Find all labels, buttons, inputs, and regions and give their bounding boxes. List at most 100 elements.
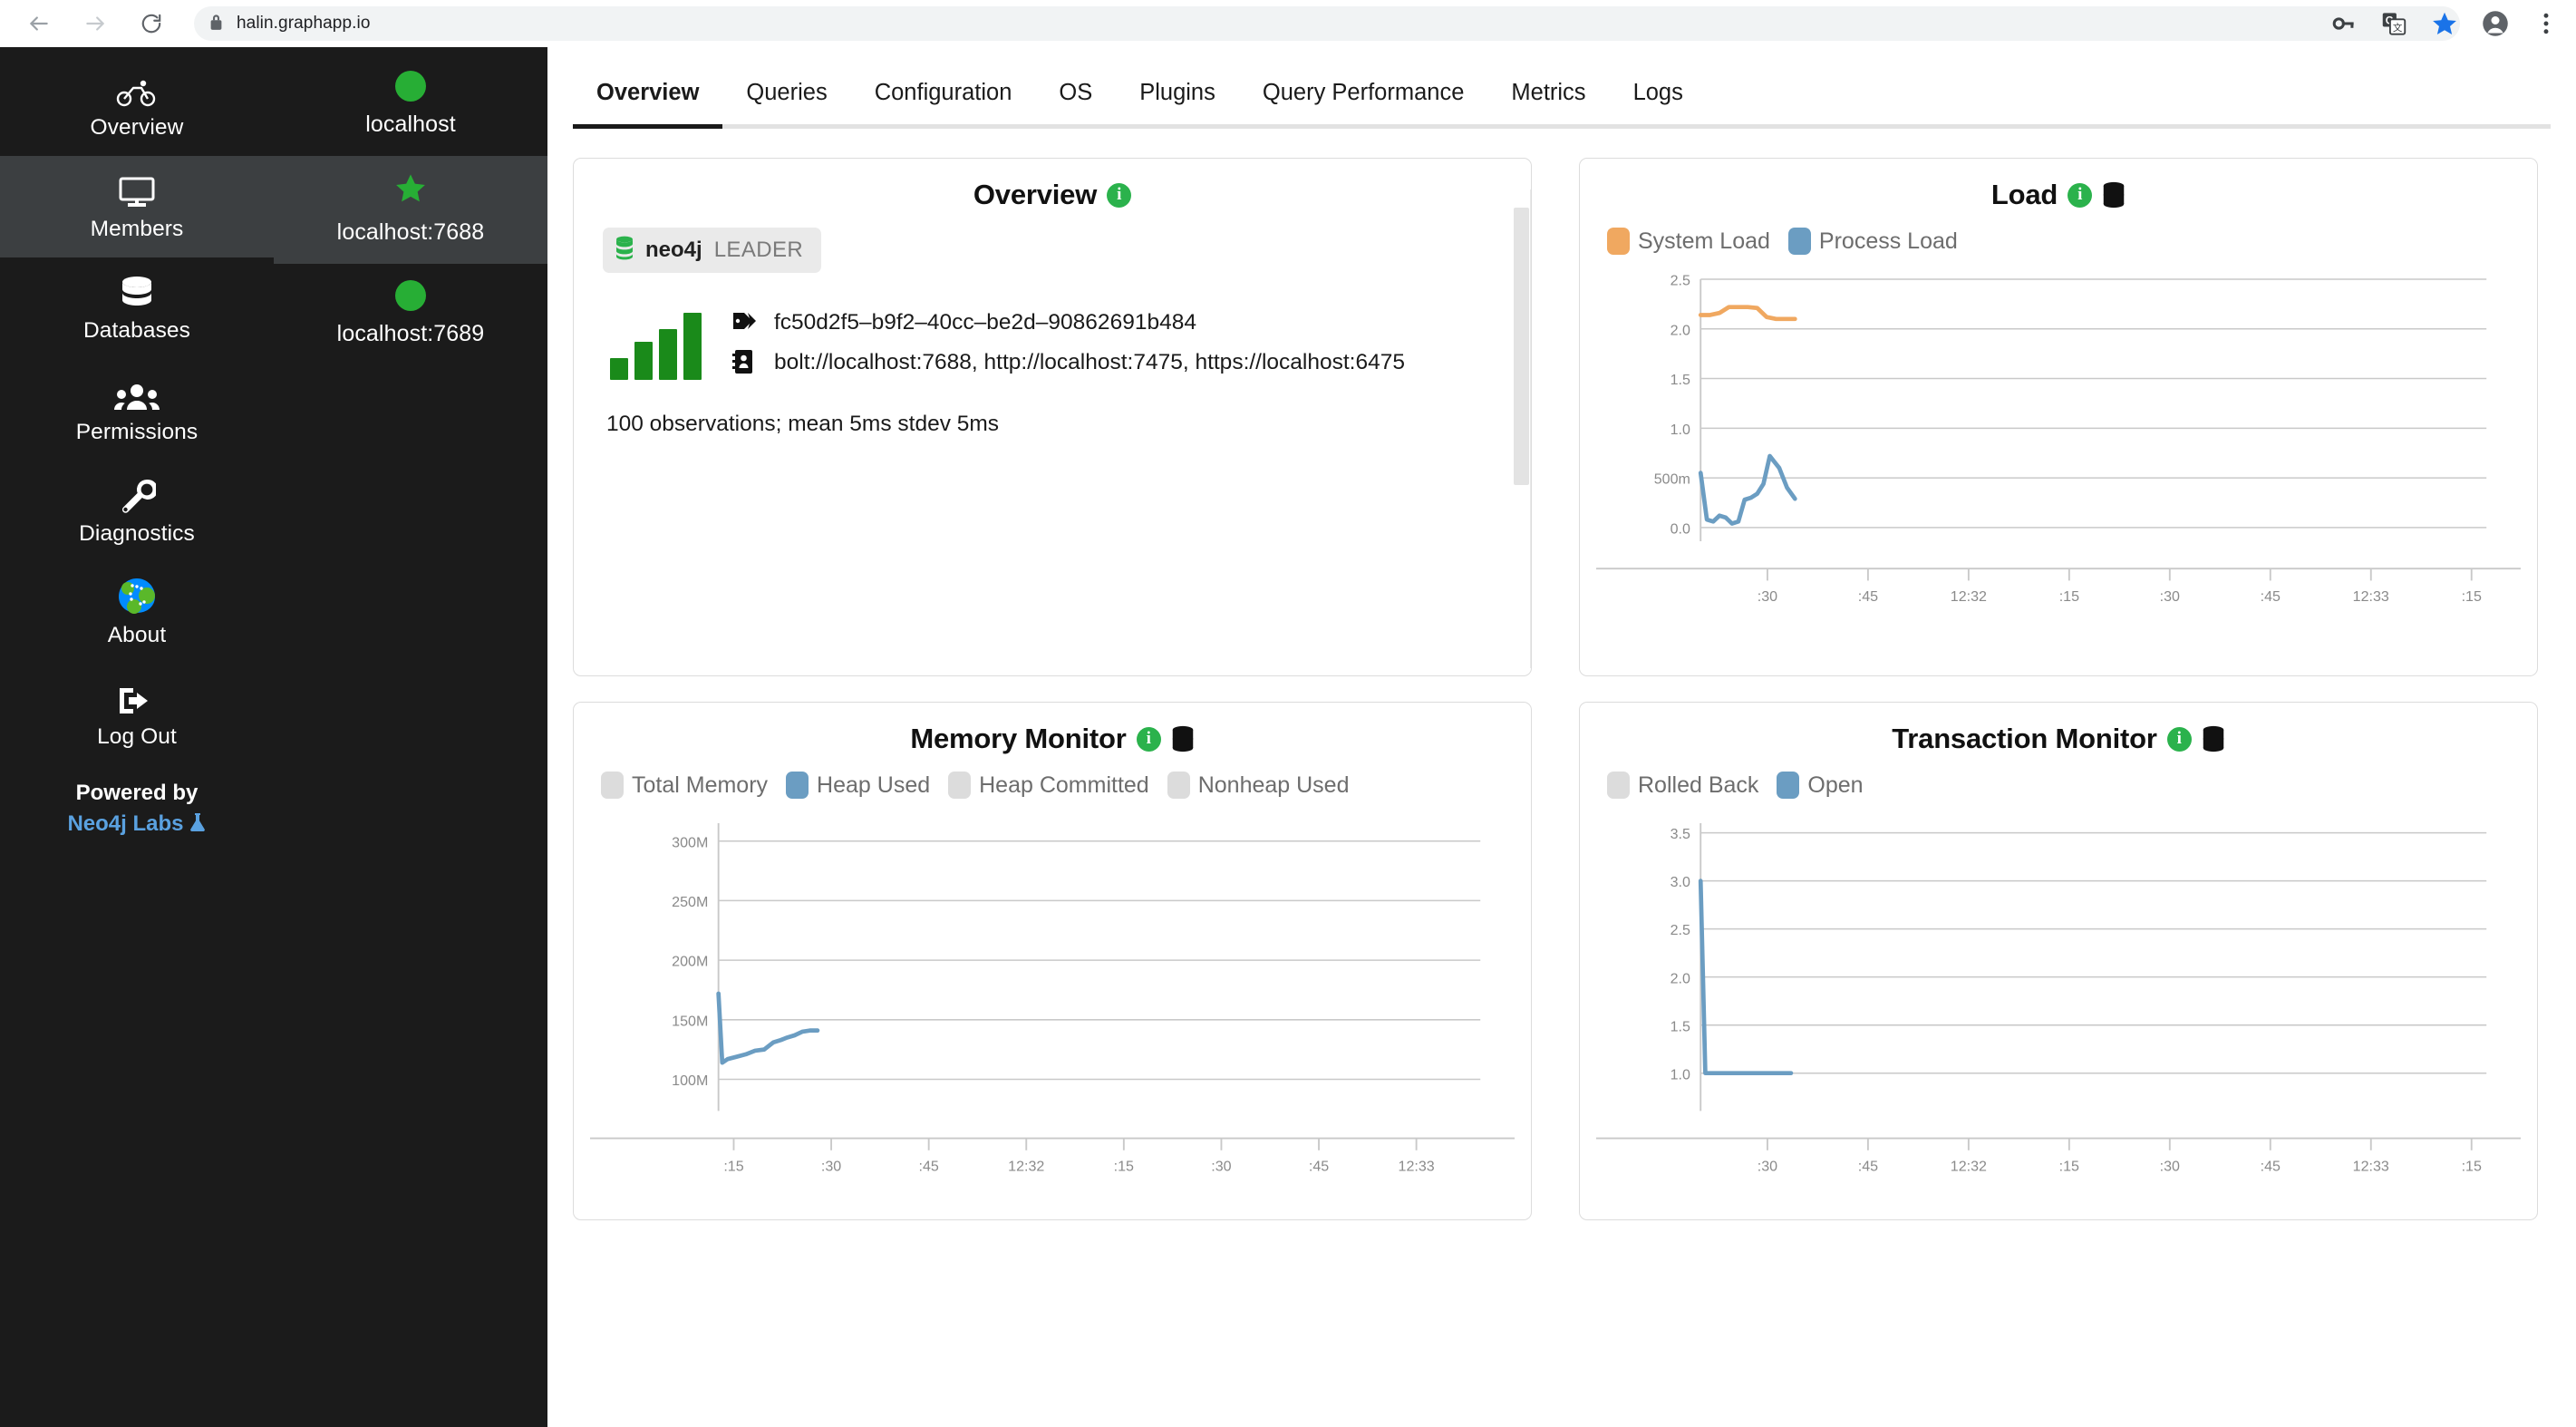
y-tick-label: 200M: [672, 954, 708, 970]
svg-text:文: 文: [2393, 22, 2403, 34]
sidebar-item-overview[interactable]: Overview: [0, 54, 274, 156]
legend-label: Total Memory: [632, 772, 769, 798]
tab-plugins[interactable]: Plugins: [1116, 69, 1239, 129]
x-tick-label: 12:33: [2353, 1158, 2389, 1174]
info-icon[interactable]: i: [1136, 726, 1161, 752]
legend-item[interactable]: Heap Used: [786, 772, 930, 799]
tab-logs[interactable]: Logs: [1609, 69, 1707, 129]
y-tick-label: 2.5: [1671, 273, 1690, 289]
database-stack-icon[interactable]: [2202, 725, 2225, 752]
browser-action-icons: G文: [2329, 0, 2560, 47]
address-bar[interactable]: halin.graphapp.io: [194, 6, 2460, 41]
x-tick-label: 12:32: [1951, 1158, 1987, 1174]
legend-swatch-icon: [1787, 228, 1811, 255]
legend-swatch-icon: [1777, 772, 1800, 799]
overview-details: fc50d2f5–b9f2–40cc–be2d–90862691b484 bol…: [732, 293, 1509, 388]
back-arrow-icon[interactable]: [18, 3, 60, 44]
key-icon[interactable]: [2329, 10, 2357, 37]
address-bar-url: halin.graphapp.io: [237, 14, 371, 33]
database-status-badge[interactable]: neo4j LEADER: [603, 228, 822, 273]
memory-legend: Total Memory Heap Used Heap Committed Nonhe…: [590, 768, 1515, 799]
info-icon[interactable]: i: [1107, 182, 1132, 208]
member-item-localhost-7688[interactable]: localhost:7688: [274, 156, 547, 264]
x-tick-label: :30: [2160, 588, 2180, 605]
legend-item[interactable]: System Load: [1607, 228, 1770, 255]
memory-card-title: Memory Monitor i: [590, 723, 1515, 755]
y-tick-label: 2.0: [1671, 970, 1690, 986]
transaction-monitor-card: Transaction Monitor i Rolled Back Open 3.…: [1579, 702, 2538, 1220]
sidebar-item-diagnostics[interactable]: Diagnostics: [0, 461, 274, 562]
chart-svg: 3.5 3.0 2.5 2.0 1.5 1.0:30:45 12:32:15:30:45 12…: [1596, 822, 2521, 1174]
database-stack-icon[interactable]: [1171, 725, 1195, 752]
dashboard-grid: Overview i neo4j LEADER fc50d2f5–b9f2–40…: [547, 129, 2576, 1220]
sidebar-item-label: Diagnostics: [79, 521, 195, 546]
member-item-localhost[interactable]: localhost: [274, 54, 547, 156]
address-book-icon: [732, 347, 760, 378]
y-tick-label: 150M: [672, 1013, 708, 1029]
y-tick-label: 500m: [1654, 471, 1690, 488]
legend-item[interactable]: Open: [1777, 772, 1864, 799]
x-tick-label: :30: [2160, 1158, 2180, 1174]
series-line: [1698, 453, 1797, 526]
sparkline-bar: [683, 313, 702, 380]
memory-card-title-text: Memory Monitor: [910, 723, 1127, 754]
flask-icon: [189, 811, 207, 841]
load-legend: System Load Process Load: [1596, 224, 2521, 255]
legend-item[interactable]: Process Load: [1787, 228, 1958, 255]
sidebar-item-members[interactable]: Members: [0, 156, 274, 257]
info-icon[interactable]: i: [2068, 182, 2093, 208]
legend-item[interactable]: Rolled Back: [1607, 772, 1758, 799]
legend-item[interactable]: Nonheap Used: [1167, 772, 1350, 799]
load-plot: 2.5 2.0 1.5 1.0 500m 0.0:30:45 12:32:15:30:45 1…: [1596, 264, 2521, 607]
profile-avatar-icon[interactable]: [2482, 10, 2509, 37]
tab-overview[interactable]: Overview: [573, 69, 723, 129]
sidebar-item-permissions[interactable]: Permissions: [0, 359, 274, 461]
y-tick-label: 2.5: [1671, 922, 1690, 938]
legend-label: Heap Committed: [979, 772, 1149, 798]
database-stack-icon[interactable]: [2102, 181, 2126, 209]
y-tick-label: 0.0: [1671, 520, 1690, 537]
load-card-title: Load i: [1596, 179, 2521, 211]
overview-card-title: Overview i: [590, 179, 1515, 211]
legend-item[interactable]: Heap Committed: [948, 772, 1149, 799]
legend-label: System Load: [1638, 228, 1770, 254]
tab-bar: Overview Queries Configuration OS Plugin…: [547, 47, 2576, 129]
x-tick-label: 12:33: [1399, 1158, 1435, 1174]
info-icon[interactable]: i: [2166, 726, 2192, 752]
overview-uuid: fc50d2f5–b9f2–40cc–be2d–90862691b484: [774, 310, 1196, 335]
tab-query-performance[interactable]: Query Performance: [1238, 69, 1488, 129]
transaction-plot: 3.5 3.0 2.5 2.0 1.5 1.0:30:45 12:32:15:30:45 12…: [1596, 808, 2521, 1176]
forward-arrow-icon[interactable]: [74, 3, 116, 44]
overview-scrollbar[interactable]: [1514, 208, 1529, 485]
sparkline-bar: [610, 357, 628, 380]
legend-item[interactable]: Total Memory: [601, 772, 768, 799]
bicycle-icon: [116, 69, 158, 107]
sidebar-item-label: Log Out: [97, 724, 177, 749]
sidebar-item-logout[interactable]: Log Out: [0, 664, 274, 765]
chrome-menu-icon[interactable]: [2532, 10, 2560, 37]
sidebar-item-databases[interactable]: Databases: [0, 257, 274, 359]
legend-swatch-icon: [1607, 772, 1630, 799]
sidebar-item-label: Permissions: [75, 420, 199, 444]
translate-icon[interactable]: G文: [2380, 10, 2407, 37]
main-panel: Overview Queries Configuration OS Plugin…: [547, 47, 2576, 1427]
neo4j-labs-link[interactable]: Neo4j Labs: [67, 811, 183, 836]
tab-os[interactable]: OS: [1035, 69, 1117, 129]
overview-addresses: bolt://localhost:7688, http://localhost:…: [774, 350, 1405, 375]
browser-toolbar: halin.graphapp.io G文: [0, 0, 2576, 47]
member-item-localhost-7689[interactable]: localhost:7689: [274, 264, 547, 365]
transaction-card-title: Transaction Monitor i: [1596, 723, 2521, 755]
reload-icon[interactable]: [131, 3, 172, 44]
tab-queries[interactable]: Queries: [722, 69, 851, 129]
powered-by-block: Powered by Neo4j Labs: [0, 778, 274, 841]
database-role: LEADER: [713, 238, 804, 262]
y-tick-label: 2.0: [1671, 322, 1690, 338]
tab-metrics[interactable]: Metrics: [1487, 69, 1610, 129]
bookmark-star-icon[interactable]: [2431, 10, 2458, 37]
sidebar-item-about[interactable]: About: [0, 562, 274, 664]
legend-swatch-icon: [1167, 772, 1190, 799]
x-tick-label: :15: [1114, 1158, 1134, 1174]
tab-configuration[interactable]: Configuration: [850, 69, 1036, 129]
x-tick-label: 12:32: [1951, 588, 1987, 605]
people-icon: [114, 374, 160, 412]
